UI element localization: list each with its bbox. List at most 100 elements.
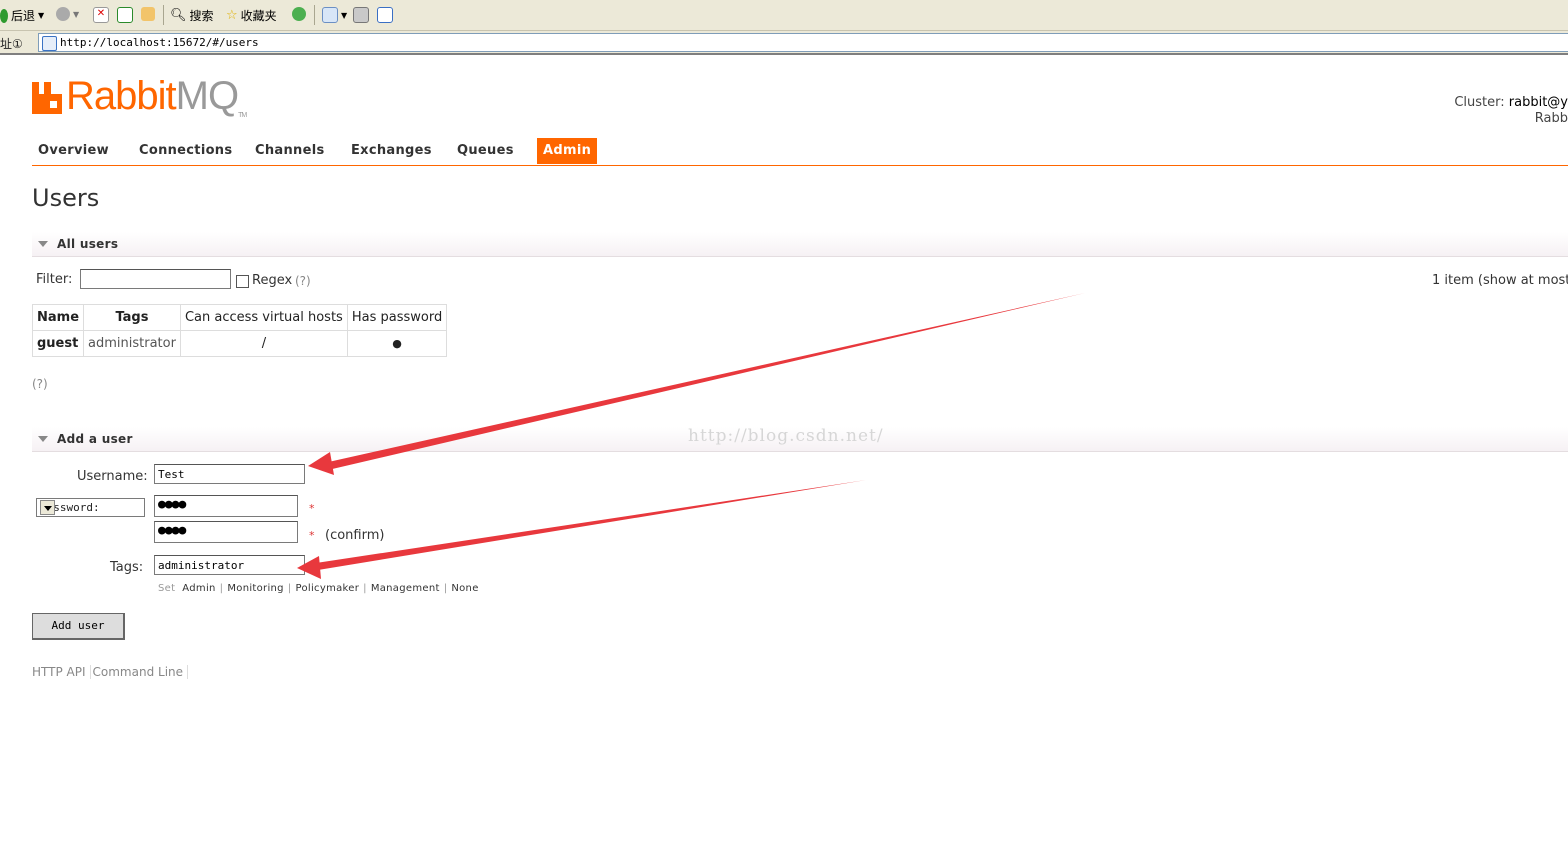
history-button[interactable] xyxy=(292,7,306,21)
regex-help-link[interactable]: (?) xyxy=(295,274,311,288)
tab-overview[interactable]: Overview xyxy=(32,138,115,164)
dropdown-arrow-icon: ▼ xyxy=(38,11,45,20)
section-add-user-label: Add a user xyxy=(57,432,133,446)
chevron-down-icon xyxy=(40,500,55,515)
edit-icon xyxy=(377,7,393,23)
logo[interactable]: RabbitMQTM xyxy=(66,74,247,119)
item-count[interactable]: 1 item (show at most xyxy=(1432,273,1568,288)
password-input[interactable]: ●●●● xyxy=(154,495,298,517)
password-mode-select[interactable]: Password: xyxy=(36,498,145,517)
address-url: http://localhost:15672/#/users xyxy=(60,36,259,49)
address-input[interactable]: http://localhost:15672/#/users xyxy=(38,33,1568,52)
tab-connections[interactable]: Connections xyxy=(133,138,238,164)
print-button[interactable] xyxy=(353,7,369,23)
users-table: Name Tags Can access virtual hosts Has p… xyxy=(31,304,448,357)
stop-button[interactable]: ✕ xyxy=(93,7,109,23)
cluster-info: Cluster: rabbit@y Rabb xyxy=(1454,95,1568,127)
cluster-label: Cluster: xyxy=(1454,95,1505,110)
forward-arrow-icon xyxy=(56,7,70,21)
tag-option-policymaker[interactable]: Policymaker xyxy=(296,583,360,594)
column-header-tags[interactable]: Tags xyxy=(83,304,181,331)
confirm-label: (confirm) xyxy=(325,528,385,543)
back-arrow-icon xyxy=(0,8,8,23)
table-header-row: Name Tags Can access virtual hosts Has p… xyxy=(31,304,448,331)
cluster-value: rabbit@y xyxy=(1508,95,1568,110)
search-button[interactable]: 🔍︎ 搜索 xyxy=(170,7,214,24)
back-label: 后退 xyxy=(11,9,36,23)
dropdown-arrow-icon: ▼ xyxy=(73,9,80,19)
favorites-button[interactable]: ☆ 收藏夹 xyxy=(226,7,277,24)
arrow-to-tags xyxy=(316,480,866,570)
page-icon xyxy=(42,36,57,51)
toolbar-divider xyxy=(314,5,315,25)
tag-option-monitoring[interactable]: Monitoring xyxy=(227,583,283,594)
logo-trademark: TM xyxy=(238,112,247,119)
add-user-button[interactable]: Add user xyxy=(32,613,125,640)
back-button[interactable]: 后退 ▼ xyxy=(0,7,44,24)
user-vhosts-cell: / xyxy=(179,330,348,357)
arrowhead-username xyxy=(308,452,334,475)
column-header-vhosts: Can access virtual hosts xyxy=(179,304,348,331)
password-required-mark: * xyxy=(309,502,315,515)
tab-channels[interactable]: Channels xyxy=(249,138,331,164)
edit-button[interactable] xyxy=(377,7,393,23)
regex-label: Regex xyxy=(252,273,293,288)
main-nav: Overview Connections Channels Exchanges … xyxy=(32,138,1568,166)
mail-button[interactable]: ▼ xyxy=(322,7,347,23)
tags-input[interactable] xyxy=(154,555,305,575)
watermark: http://blog.csdn.net/ xyxy=(688,426,884,446)
rabbitmq-logo-icon xyxy=(32,82,62,114)
browser-toolbar: 后退 ▼ ▼ ✕ 🔍︎ 搜索 ☆ 收藏夹 ▼ xyxy=(0,0,1568,31)
footer-link-http-api[interactable]: HTTP API xyxy=(32,665,91,679)
password-confirm-input[interactable]: ●●●● xyxy=(154,521,298,543)
favorites-label: 收藏夹 xyxy=(240,9,277,23)
mail-icon xyxy=(322,7,338,23)
search-label: 搜索 xyxy=(189,9,214,23)
confirm-required-mark: * xyxy=(309,529,315,542)
filter-input[interactable] xyxy=(80,269,231,289)
table-row[interactable]: guest administrator / ● xyxy=(31,330,448,357)
address-bar: 址① http://localhost:15672/#/users xyxy=(0,31,1568,55)
history-icon xyxy=(292,7,306,21)
filter-label: Filter: xyxy=(36,272,73,287)
tags-label: Tags: xyxy=(110,560,144,575)
user-name-cell[interactable]: guest xyxy=(31,330,85,357)
logo-text-mq: MQ xyxy=(175,74,239,118)
users-help-link[interactable]: (?) xyxy=(32,377,48,391)
section-all-users-label: All users xyxy=(57,237,119,251)
address-label: 址① xyxy=(0,37,23,51)
print-icon xyxy=(353,7,369,23)
toolbar-divider xyxy=(163,5,164,25)
page-title: Users xyxy=(32,184,100,212)
stop-icon: ✕ xyxy=(93,7,109,23)
tab-exchanges[interactable]: Exchanges xyxy=(345,138,438,164)
refresh-icon xyxy=(117,7,133,23)
refresh-button[interactable] xyxy=(117,7,133,23)
tag-option-admin[interactable]: Admin xyxy=(182,583,215,594)
forward-button[interactable]: ▼ xyxy=(56,7,79,21)
footer: HTTP API Command Line xyxy=(32,665,190,679)
home-button[interactable] xyxy=(141,7,155,21)
column-header-name[interactable]: Name xyxy=(31,304,85,331)
logo-text-rabbit: Rabbit xyxy=(66,74,177,118)
tags-set-links: Set Admin | Monitoring | Policymaker | Managem… xyxy=(158,583,479,594)
username-input[interactable] xyxy=(154,464,305,484)
collapse-triangle-icon xyxy=(38,241,48,247)
footer-link-command-line[interactable]: Command Line xyxy=(92,665,189,679)
username-label: Username: xyxy=(77,469,148,484)
user-has-password-cell: ● xyxy=(346,330,448,357)
star-icon: ☆ xyxy=(226,8,238,23)
tag-option-management[interactable]: Management xyxy=(371,583,440,594)
tab-admin[interactable]: Admin xyxy=(537,138,598,164)
tag-option-none[interactable]: None xyxy=(451,583,478,594)
search-icon: 🔍︎ xyxy=(170,8,187,23)
section-all-users-header[interactable]: All users xyxy=(32,232,1568,257)
cluster-line2: Rabb xyxy=(1534,111,1568,126)
dropdown-arrow-icon: ▼ xyxy=(341,10,348,20)
user-tags-cell: administrator xyxy=(83,330,181,357)
regex-checkbox[interactable] xyxy=(236,275,249,288)
home-icon xyxy=(141,7,155,21)
collapse-triangle-icon xyxy=(38,436,48,442)
tab-queues[interactable]: Queues xyxy=(451,138,520,164)
tags-set-label: Set xyxy=(158,583,176,594)
